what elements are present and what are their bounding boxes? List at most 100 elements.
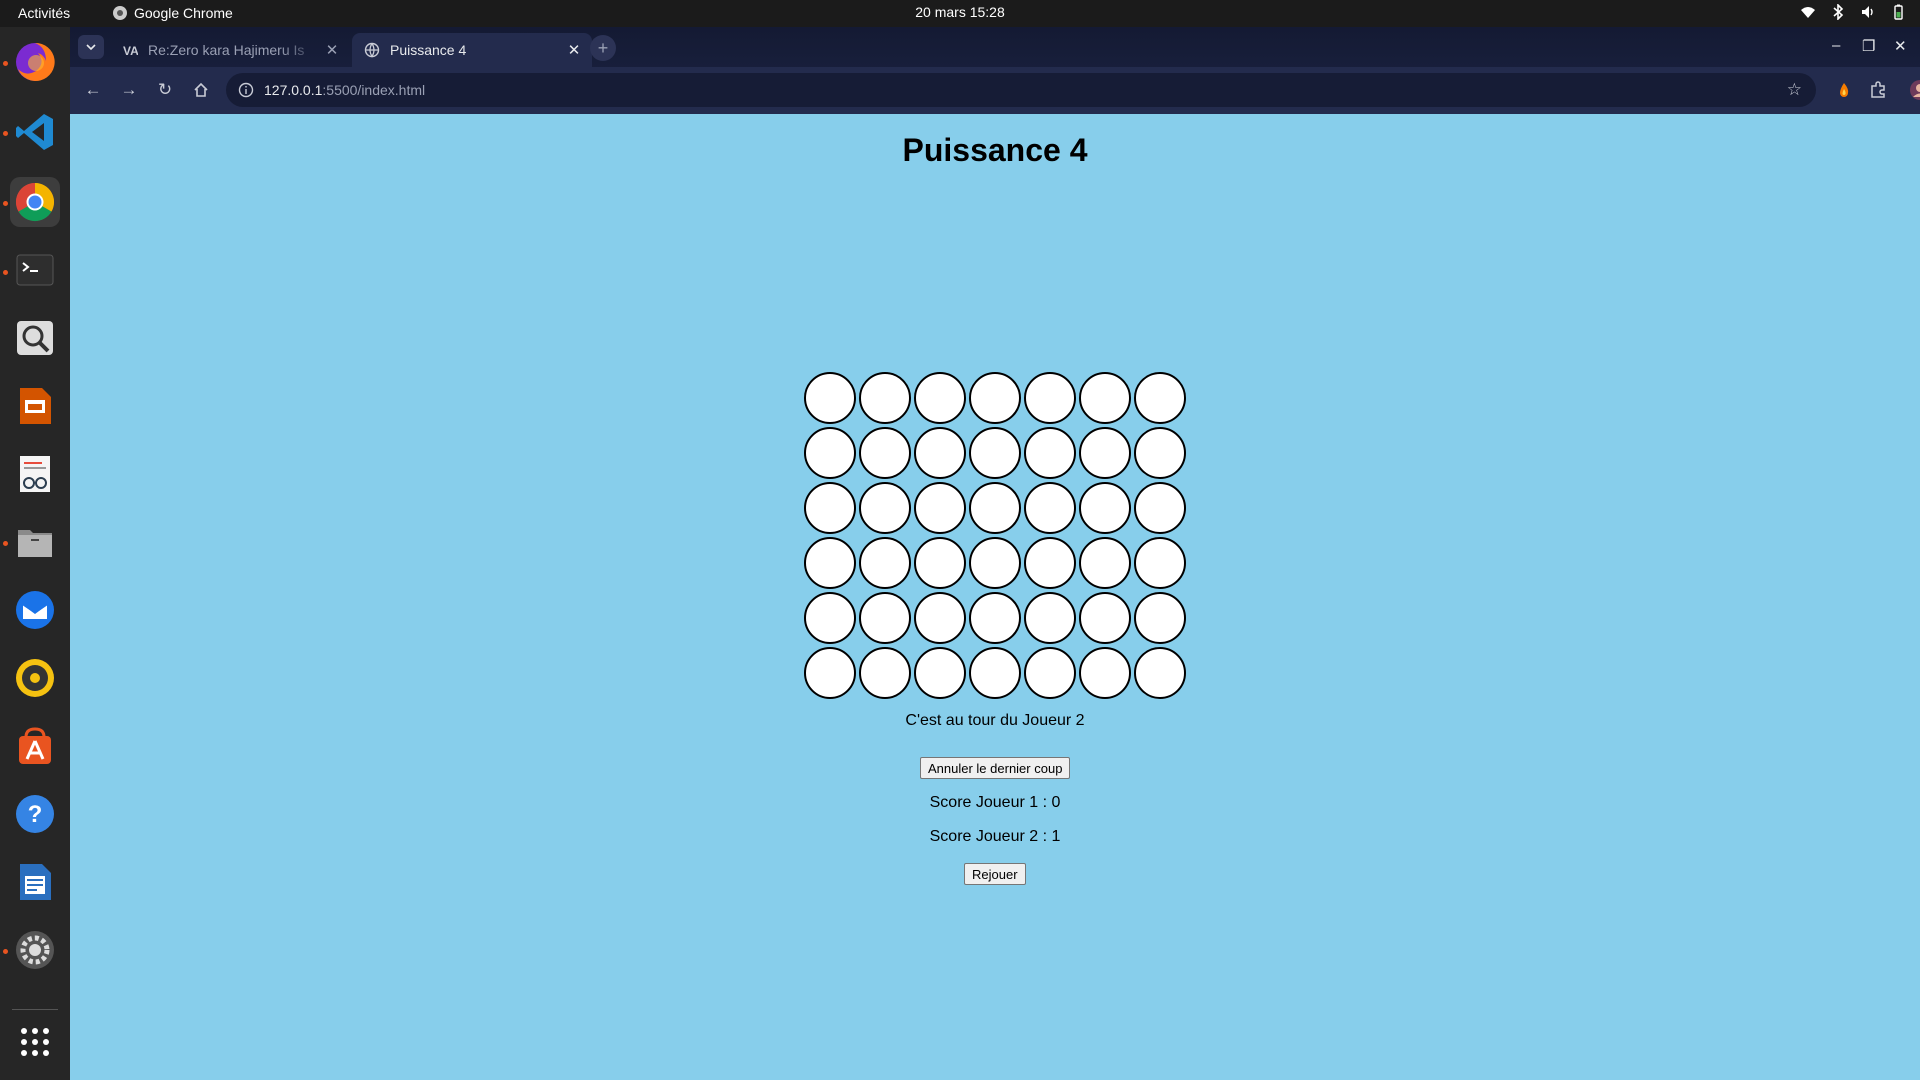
thunderbird-icon [16, 591, 54, 629]
dock-item-image-viewer[interactable] [10, 313, 60, 363]
tab-search-button[interactable] [78, 35, 104, 59]
tab-close-icon[interactable]: ✕ [322, 41, 342, 59]
board-cell[interactable] [969, 537, 1021, 589]
board-cell[interactable] [969, 592, 1021, 644]
board-cell[interactable] [1024, 647, 1076, 699]
dock-item-settings[interactable] [10, 925, 60, 975]
extension-fire-icon[interactable] [1832, 78, 1856, 102]
show-apps-button[interactable] [10, 1017, 60, 1067]
board-cell[interactable] [914, 427, 966, 479]
reload-button[interactable]: ↻ [152, 77, 178, 103]
chrome-icon [15, 182, 55, 222]
board-cell[interactable] [914, 372, 966, 424]
board-cell[interactable] [1079, 647, 1131, 699]
board-cell[interactable] [1024, 537, 1076, 589]
score-player-1: Score Joueur 1 : 0 [929, 794, 1061, 811]
url-text[interactable]: 127.0.0.1:5500/index.html [264, 82, 425, 98]
dock-item-document-viewer[interactable] [10, 449, 60, 499]
board-cell[interactable] [804, 537, 856, 589]
volume-icon[interactable] [1860, 4, 1876, 20]
board-cell[interactable] [859, 537, 911, 589]
dock-item-thunderbird[interactable] [10, 585, 60, 635]
wifi-icon[interactable] [1800, 4, 1816, 20]
board-cell[interactable] [914, 537, 966, 589]
chrome-small-icon [113, 6, 127, 20]
board-cell[interactable] [859, 482, 911, 534]
dock-item-rhythmbox[interactable] [10, 653, 60, 703]
board-cell[interactable] [1079, 482, 1131, 534]
board-cell[interactable] [804, 372, 856, 424]
board-cell[interactable] [969, 372, 1021, 424]
dock-item-help[interactable]: ? [10, 789, 60, 839]
board-cell[interactable] [1134, 592, 1186, 644]
settings-icon [16, 931, 54, 969]
site-info-icon[interactable] [238, 82, 254, 101]
board-cell[interactable] [1079, 592, 1131, 644]
board-cell[interactable] [804, 427, 856, 479]
board-cell[interactable] [859, 427, 911, 479]
page-title: Puissance 4 [902, 132, 1088, 168]
board-cell[interactable] [804, 482, 856, 534]
game-board[interactable] [804, 372, 1189, 702]
board-cell[interactable] [1024, 592, 1076, 644]
dock-item-app-center[interactable] [10, 721, 60, 771]
magnifier-icon [17, 321, 53, 355]
back-button[interactable]: ← [80, 77, 106, 103]
system-tray[interactable] [1800, 4, 1906, 20]
dock-item-impress[interactable] [10, 381, 60, 431]
minimize-icon[interactable]: ‒ [1832, 37, 1840, 54]
bookmark-star-icon[interactable]: ☆ [1787, 80, 1802, 100]
svg-text:VA: VA [123, 44, 138, 58]
home-button[interactable] [188, 77, 214, 103]
replay-button[interactable]: Rejouer [964, 863, 1026, 885]
board-cell[interactable] [1079, 537, 1131, 589]
board-cell[interactable] [969, 482, 1021, 534]
board-cell[interactable] [969, 427, 1021, 479]
close-window-icon[interactable]: ✕ [1894, 37, 1907, 55]
board-cell[interactable] [859, 647, 911, 699]
board-cell[interactable] [1024, 482, 1076, 534]
help-icon: ? [16, 795, 54, 833]
board-cell[interactable] [914, 592, 966, 644]
app-menu[interactable]: Google Chrome [112, 5, 233, 21]
board-cell[interactable] [804, 647, 856, 699]
board-cell[interactable] [1134, 647, 1186, 699]
board-cell[interactable] [859, 592, 911, 644]
board-cell[interactable] [969, 647, 1021, 699]
activities-button[interactable]: Activités [18, 5, 70, 21]
bluetooth-icon[interactable] [1830, 4, 1846, 20]
restore-icon[interactable]: ❐ [1862, 37, 1875, 55]
dock-item-chrome[interactable] [10, 177, 60, 227]
board-cell[interactable] [914, 482, 966, 534]
dock-item-vscode[interactable] [10, 107, 60, 157]
board-cell[interactable] [804, 592, 856, 644]
extensions-puzzle-icon[interactable] [1866, 78, 1890, 102]
dock-item-terminal[interactable] [10, 245, 60, 295]
profile-avatar[interactable] [1908, 78, 1920, 102]
board-cell[interactable] [914, 647, 966, 699]
dock-item-writer[interactable] [10, 857, 60, 907]
dock-item-firefox[interactable] [10, 37, 60, 87]
board-cell[interactable] [1024, 427, 1076, 479]
undo-button[interactable]: Annuler le dernier coup [920, 757, 1071, 779]
board-cell[interactable] [1134, 537, 1186, 589]
battery-icon[interactable] [1890, 4, 1906, 20]
dock-item-files[interactable] [10, 517, 60, 567]
tab-puissance4[interactable]: Puissance 4 ✕ [352, 33, 592, 67]
board-cell[interactable] [1134, 372, 1186, 424]
board-cell[interactable] [1134, 482, 1186, 534]
board-cell[interactable] [1024, 372, 1076, 424]
tab-close-icon[interactable]: ✕ [564, 41, 584, 59]
board-cell[interactable] [1134, 427, 1186, 479]
forward-button[interactable]: → [116, 77, 142, 103]
browser-toolbar: ← → ↻ 127.0.0.1:5500/index.html ☆ ⋮ [70, 67, 1920, 114]
new-tab-button[interactable]: + [590, 35, 616, 61]
board-cell[interactable] [1079, 427, 1131, 479]
clock[interactable]: 20 mars 15:28 [915, 4, 1005, 20]
address-bar[interactable]: 127.0.0.1:5500/index.html ☆ [226, 73, 1816, 107]
board-cell[interactable] [859, 372, 911, 424]
tab-title: Re:Zero kara Hajimeru Is [148, 42, 305, 58]
board-cell[interactable] [1079, 372, 1131, 424]
tab-rezero[interactable]: VA Re:Zero kara Hajimeru Is ✕ [110, 33, 350, 67]
reload-icon: ↻ [157, 80, 173, 99]
